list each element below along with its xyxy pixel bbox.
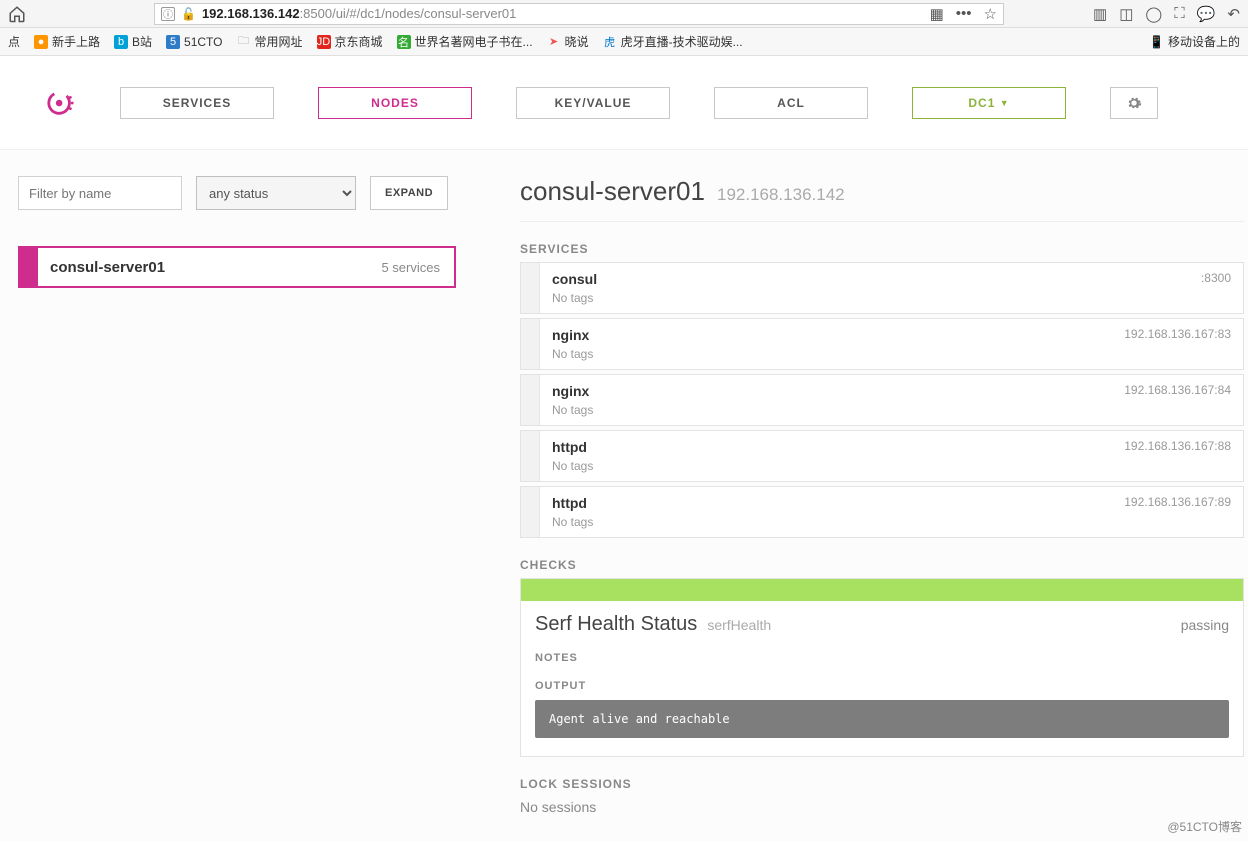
- tab-services[interactable]: SERVICES: [120, 87, 274, 119]
- check-status-bar: [521, 579, 1243, 601]
- tab-acl[interactable]: ACL: [714, 87, 868, 119]
- service-tags: No tags: [552, 291, 597, 305]
- service-address: :8300: [1201, 271, 1231, 285]
- filter-input[interactable]: [18, 176, 182, 210]
- lock-sessions-text: No sessions: [520, 799, 1244, 815]
- page-title: consul-server01: [520, 176, 705, 207]
- node-name: consul-server01: [38, 259, 381, 276]
- url-input-box[interactable]: ⓘ 🔓 192.168.136.142:8500/ui/#/dc1/nodes/…: [154, 3, 1004, 25]
- check-output: Agent alive and reachable: [535, 700, 1229, 738]
- service-row[interactable]: httpd No tags 192.168.136.167:88: [520, 430, 1244, 482]
- output-label: OUTPUT: [535, 680, 1229, 692]
- service-row[interactable]: httpd No tags 192.168.136.167:89: [520, 486, 1244, 538]
- service-name: nginx: [552, 383, 593, 399]
- datacenter-select[interactable]: DC1 ▼: [912, 87, 1066, 119]
- service-row[interactable]: consul No tags :8300: [520, 262, 1244, 314]
- services-section-label: SERVICES: [520, 242, 1244, 256]
- bookmark-item[interactable]: 📱移动设备上的: [1149, 33, 1240, 50]
- health-check-card: Serf Health Status serfHealth passing NO…: [520, 578, 1244, 757]
- bookmark-item[interactable]: 🗀常用网址: [237, 33, 303, 50]
- watermark: @51CTO博客: [1167, 818, 1242, 835]
- bookmark-item[interactable]: ➤晓说: [547, 33, 589, 50]
- node-detail-pane: consul-server01 192.168.136.142 SERVICES…: [474, 176, 1248, 841]
- bookmark-item[interactable]: 名世界名著网电子书在...: [397, 33, 533, 50]
- check-title: Serf Health Status: [535, 613, 697, 636]
- service-name: consul: [552, 271, 597, 287]
- bookmark-item[interactable]: JD京东商城: [317, 33, 383, 50]
- url-text: 192.168.136.142:8500/ui/#/dc1/nodes/cons…: [202, 6, 516, 21]
- chevron-down-icon: ▼: [1000, 98, 1010, 108]
- service-address: 192.168.136.167:89: [1124, 495, 1231, 509]
- expand-button[interactable]: EXPAND: [370, 176, 448, 210]
- screenshot-icon[interactable]: ⛶: [1174, 5, 1185, 23]
- tab-nodes[interactable]: NODES: [318, 87, 472, 119]
- gear-icon: [1126, 95, 1142, 111]
- qr-icon[interactable]: ▦: [930, 5, 944, 23]
- bookmark-item[interactable]: 551CTO: [166, 35, 222, 49]
- checks-section-label: CHECKS: [520, 558, 1244, 572]
- node-list-pane: any status EXPAND consul-server01 5 serv…: [0, 176, 474, 841]
- service-tags: No tags: [552, 515, 593, 529]
- bookmarks-bar: 点 ●新手上路 bB站 551CTO 🗀常用网址 JD京东商城 名世界名著网电子…: [0, 28, 1248, 56]
- settings-button[interactable]: [1110, 87, 1158, 119]
- library-icon[interactable]: ▥: [1093, 5, 1107, 23]
- service-address: 192.168.136.167:84: [1124, 383, 1231, 397]
- status-stripe: [521, 263, 539, 313]
- status-stripe: [20, 248, 38, 286]
- tab-keyvalue[interactable]: KEY/VALUE: [516, 87, 670, 119]
- service-count: 5 services: [381, 260, 454, 275]
- home-icon[interactable]: [8, 5, 26, 23]
- status-select[interactable]: any status: [196, 176, 356, 210]
- service-tags: No tags: [552, 403, 593, 417]
- insecure-icon: 🔓: [181, 7, 196, 21]
- service-tags: No tags: [552, 347, 593, 361]
- site-info-icon[interactable]: ⓘ: [161, 7, 175, 21]
- sidebar-icon[interactable]: ◫: [1119, 5, 1133, 23]
- bookmark-star-icon[interactable]: ☆: [984, 5, 997, 23]
- service-row[interactable]: nginx No tags 192.168.136.167:83: [520, 318, 1244, 370]
- service-address: 192.168.136.167:83: [1124, 327, 1231, 341]
- service-name: httpd: [552, 495, 593, 511]
- bookmark-item[interactable]: 点: [8, 33, 20, 50]
- browser-address-bar: ⓘ 🔓 192.168.136.142:8500/ui/#/dc1/nodes/…: [0, 0, 1248, 28]
- lock-sessions-label: LOCK SESSIONS: [520, 777, 1244, 791]
- check-id: serfHealth: [707, 617, 771, 633]
- service-name: httpd: [552, 439, 593, 455]
- node-ip: 192.168.136.142: [717, 185, 845, 205]
- more-icon[interactable]: •••: [956, 5, 972, 23]
- bookmark-item[interactable]: 虎虎牙直播-技术驱动娱...: [603, 33, 743, 50]
- service-tags: No tags: [552, 459, 593, 473]
- app-header: SERVICES NODES KEY/VALUE ACL DC1 ▼: [0, 56, 1248, 150]
- status-stripe: [521, 487, 539, 537]
- status-stripe: [521, 375, 539, 425]
- node-list-item[interactable]: consul-server01 5 services: [18, 246, 456, 288]
- chat-icon[interactable]: 💬: [1197, 5, 1216, 23]
- bookmark-item[interactable]: ●新手上路: [34, 33, 100, 50]
- status-stripe: [521, 431, 539, 481]
- service-name: nginx: [552, 327, 593, 343]
- status-stripe: [521, 319, 539, 369]
- check-status: passing: [1181, 617, 1229, 633]
- account-icon[interactable]: ◯: [1145, 5, 1162, 23]
- notes-label: NOTES: [535, 652, 1229, 664]
- undo-icon[interactable]: ↶: [1227, 5, 1240, 23]
- service-row[interactable]: nginx No tags 192.168.136.167:84: [520, 374, 1244, 426]
- service-address: 192.168.136.167:88: [1124, 439, 1231, 453]
- bookmark-item[interactable]: bB站: [114, 33, 152, 50]
- consul-logo-icon: [46, 88, 76, 118]
